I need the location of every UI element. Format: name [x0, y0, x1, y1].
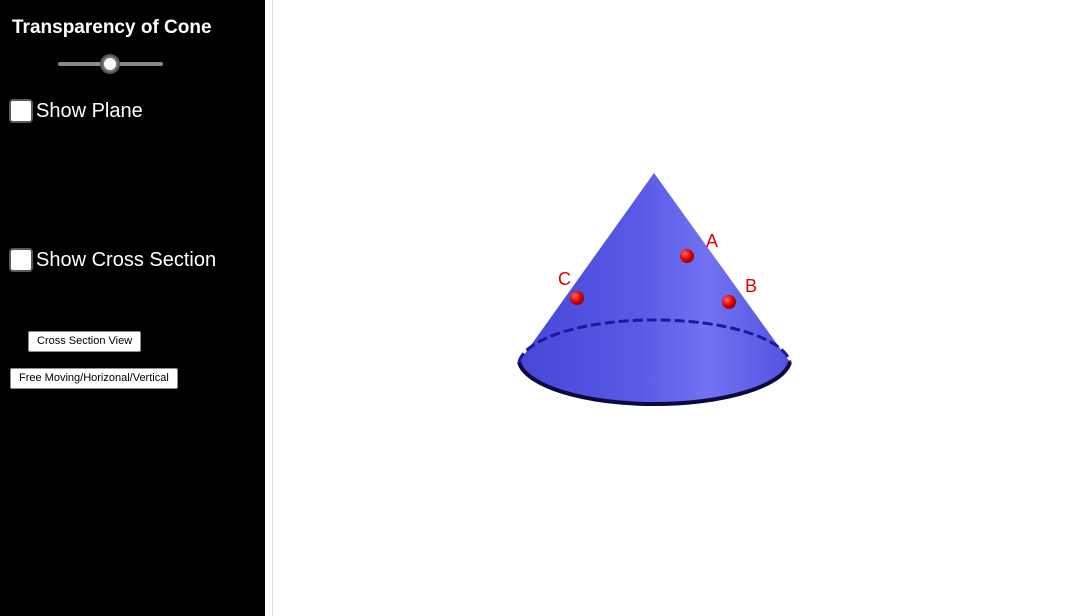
point-c-label: C — [558, 269, 571, 289]
free-moving-button[interactable]: Free Moving/Horizonal/Vertical — [10, 368, 178, 389]
control-panel: Transparency of Cone Show Plane Show Cro… — [0, 0, 265, 616]
point-b[interactable] — [722, 295, 736, 309]
transparency-slider-title: Transparency of Cone — [12, 17, 212, 38]
show-plane-label: Show Plane — [36, 99, 143, 122]
show-cross-section-label: Show Cross Section — [36, 248, 217, 271]
show-cross-section-checkbox-row[interactable]: Show Cross Section — [9, 248, 216, 272]
graphics-3d-view[interactable]: A B C — [273, 0, 1071, 616]
cone-scene[interactable]: A B C — [273, 0, 1071, 616]
show-plane-checkbox-row[interactable]: Show Plane — [9, 99, 143, 123]
panel-divider[interactable] — [265, 0, 273, 616]
transparency-slider-thumb[interactable] — [102, 56, 118, 72]
show-plane-checkbox[interactable] — [9, 99, 33, 123]
point-c[interactable] — [570, 291, 584, 305]
cross-section-view-button[interactable]: Cross Section View — [28, 331, 142, 352]
show-cross-section-checkbox[interactable] — [9, 248, 33, 272]
point-b-label: B — [745, 276, 757, 296]
point-a[interactable] — [680, 249, 694, 263]
app-window: Transparency of Cone Show Plane Show Cro… — [0, 0, 1071, 616]
point-a-label: A — [706, 231, 718, 251]
